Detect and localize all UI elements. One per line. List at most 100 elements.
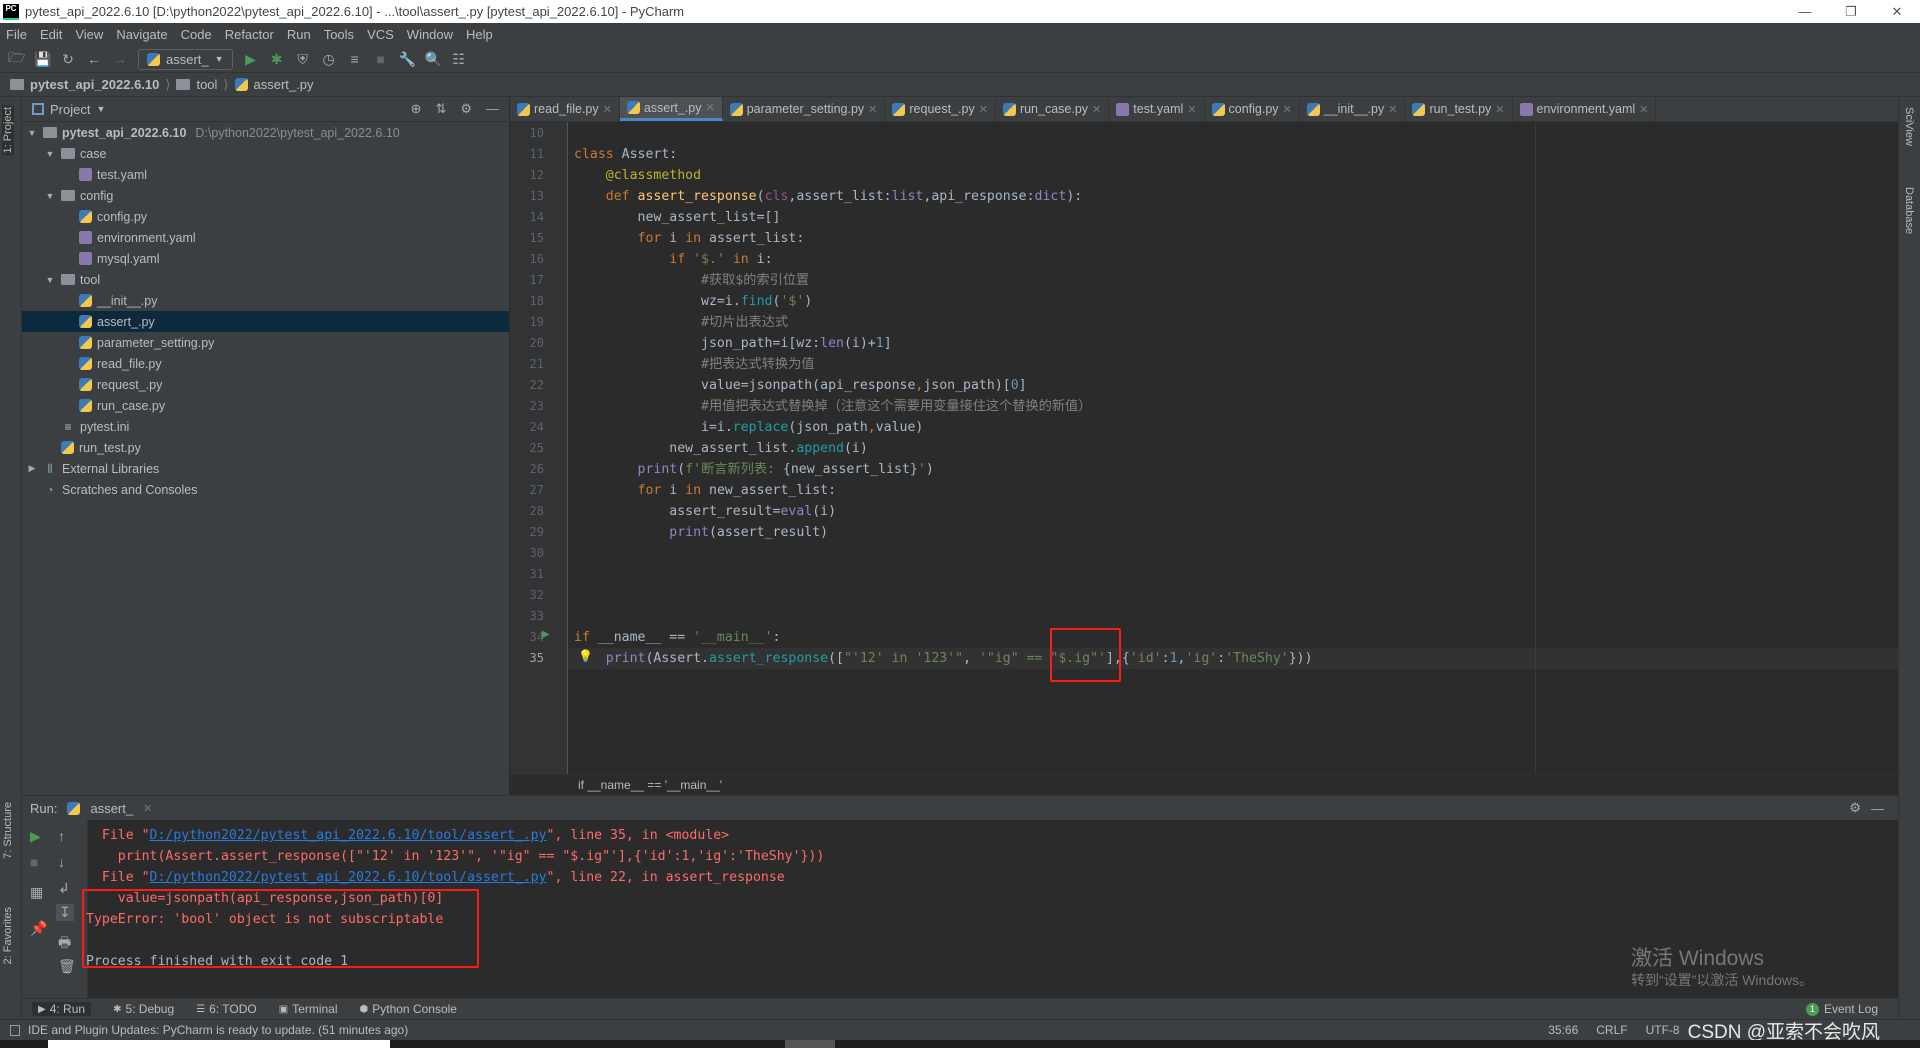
down-icon[interactable]: ↓ [58, 854, 65, 870]
menu-window[interactable]: Window [407, 27, 453, 42]
close-button[interactable]: ✕ [1874, 0, 1920, 23]
run-tab[interactable]: assert_ [90, 801, 133, 816]
database-tool-tab[interactable]: Database [1903, 187, 1915, 234]
structure-tool-tab[interactable]: 7: Structure [2, 802, 14, 859]
run-icon[interactable]: ▶ [243, 51, 259, 68]
file-link[interactable]: D:/python2022/pytest_api_2022.6.10/tool/… [150, 870, 547, 885]
search-icon[interactable]: 🔍 [425, 51, 442, 68]
debug-icon[interactable]: ✱ [269, 51, 285, 68]
tree-item-pytest-ini[interactable]: ≡ pytest.ini [22, 416, 509, 437]
tool-window-6-todo[interactable]: ☰ 6: TODO [196, 1002, 257, 1016]
close-tab-icon[interactable]: ✕ [868, 103, 877, 116]
tab-test-yaml[interactable]: test.yaml ✕ [1109, 97, 1205, 121]
close-tab-icon[interactable]: ✕ [1283, 103, 1292, 116]
tab-parameter-setting-py[interactable]: parameter_setting.py ✕ [723, 97, 886, 121]
menu-vcs[interactable]: VCS [367, 27, 394, 42]
pin-icon[interactable]: 📌 [30, 920, 47, 937]
gear-icon[interactable]: ⚙ [1849, 800, 1861, 816]
tab-request-py[interactable]: request_.py ✕ [885, 97, 996, 121]
tab-run-test-py[interactable]: run_test.py ✕ [1405, 97, 1513, 121]
notification-icon[interactable] [10, 1024, 20, 1036]
menu-edit[interactable]: Edit [40, 27, 62, 42]
tool-window-terminal[interactable]: ▣ Terminal [279, 1002, 338, 1016]
tool-window-4-run[interactable]: ▶ 4: Run [32, 1002, 92, 1016]
tree-item-scratches-and-consoles[interactable]: ◔ Scratches and Consoles [22, 479, 509, 500]
print-icon[interactable]: 🖶 [58, 932, 71, 956]
hide-icon[interactable]: — [486, 101, 499, 117]
sync-icon[interactable]: ↻ [60, 51, 76, 68]
code-editor[interactable]: 10 11 12 13 14 15 16 17 18 19 20 21 22 23 24 25 26 27 28 29… [510, 122, 1898, 774]
close-tab-icon[interactable]: ✕ [143, 802, 152, 815]
stop-icon[interactable]: ■ [30, 854, 38, 870]
stop-icon[interactable]: ■ [373, 51, 389, 67]
tree-item-run-test-py[interactable]: run_test.py [22, 437, 509, 458]
status-message[interactable]: IDE and Plugin Updates: PyCharm is ready… [28, 1023, 408, 1037]
profile-icon[interactable]: ◷ [321, 51, 337, 68]
back-icon[interactable]: ← [86, 51, 102, 67]
expand-arrow-icon[interactable]: ▼ [26, 128, 38, 138]
tree-item-case[interactable]: ▼ case [22, 143, 509, 164]
locate-icon[interactable]: ⊕ [411, 101, 422, 117]
tab-read-file-py[interactable]: read_file.py ✕ [510, 97, 620, 121]
expand-arrow-icon[interactable]: ▼ [44, 275, 56, 285]
file-link[interactable]: D:/python2022/pytest_api_2022.6.10/tool/… [150, 828, 547, 843]
menu-view[interactable]: View [75, 27, 103, 42]
scroll-to-end-icon[interactable]: ↧ [56, 904, 74, 921]
trash-icon[interactable]: 🗑 [58, 958, 76, 975]
hide-icon[interactable]: — [1871, 801, 1884, 816]
menu-refactor[interactable]: Refactor [225, 27, 274, 42]
tab-run-case-py[interactable]: run_case.py ✕ [996, 97, 1110, 121]
tree-item-test-yaml[interactable]: test.yaml [22, 164, 509, 185]
expand-arrow-icon[interactable]: ▼ [44, 191, 56, 201]
close-tab-icon[interactable]: ✕ [1092, 103, 1101, 116]
encoding[interactable]: UTF-8 [1646, 1023, 1680, 1037]
vcs-icon[interactable]: ☷ [451, 51, 467, 68]
close-tab-icon[interactable]: ✕ [1495, 103, 1504, 116]
tree-item-assert-py[interactable]: assert_.py [22, 311, 509, 332]
lightbulb-icon[interactable]: 💡 [578, 649, 593, 663]
line-separator[interactable]: CRLF [1596, 1023, 1627, 1037]
favorites-tool-tab[interactable]: 2: Favorites [2, 907, 14, 964]
menu-help[interactable]: Help [466, 27, 493, 42]
tree-item--init-py[interactable]: __init__.py [22, 290, 509, 311]
layout-icon[interactable]: ▦ [30, 884, 43, 901]
project-tool-tab[interactable]: 1: Project [2, 105, 14, 156]
run-config-select[interactable]: assert_ ▼ [138, 48, 233, 70]
editor-breadcrumb[interactable]: if __name__ == '__main__' [510, 774, 1898, 795]
restore-button[interactable]: ❐ [1828, 0, 1874, 23]
menu-run[interactable]: Run [287, 27, 311, 42]
cursor-position[interactable]: 35:66 [1548, 1023, 1578, 1037]
expand-arrow-icon[interactable]: ▼ [44, 149, 56, 159]
menu-navigate[interactable]: Navigate [116, 27, 167, 42]
project-view-select[interactable]: Project [50, 102, 90, 117]
rerun-icon[interactable]: ▶ [30, 828, 41, 845]
run-gutter-icon[interactable]: ▶ [542, 629, 550, 640]
tree-item-config[interactable]: ▼ config [22, 185, 509, 206]
tab-assert-py[interactable]: assert_.py ✕ [619, 97, 723, 121]
concurrency-icon[interactable]: ≡ [347, 51, 363, 67]
tab-config-py[interactable]: config.py ✕ [1205, 97, 1300, 121]
tool-window-5-debug[interactable]: ✱ 5: Debug [113, 1002, 174, 1016]
tree-item-environment-yaml[interactable]: environment.yaml [22, 227, 509, 248]
save-icon[interactable]: 💾 [34, 51, 51, 68]
tree-item-external-libraries[interactable]: ▶ ⫴ External Libraries [22, 458, 509, 479]
up-icon[interactable]: ↑ [58, 828, 65, 844]
breadcrumb-folder[interactable]: tool [196, 77, 217, 92]
close-tab-icon[interactable]: ✕ [706, 101, 715, 114]
tree-item-tool[interactable]: ▼ tool [22, 269, 509, 290]
tree-item-request-py[interactable]: request_.py [22, 374, 509, 395]
tree-item-pytest-api-2022-6-10[interactable]: ▼ pytest_api_2022.6.10 D:\python2022\pytes… [22, 122, 509, 143]
menu-tools[interactable]: Tools [324, 27, 354, 42]
forward-icon[interactable]: → [112, 51, 128, 67]
tree-item-run-case-py[interactable]: run_case.py [22, 395, 509, 416]
run-console[interactable]: File "D:/python2022/pytest_api_2022.6.10… [82, 820, 1898, 998]
tree-item-parameter-setting-py[interactable]: parameter_setting.py [22, 332, 509, 353]
wrench-icon[interactable]: 🔧 [399, 51, 416, 68]
collapse-icon[interactable]: ⇅ [435, 101, 446, 117]
tree-item-config-py[interactable]: config.py [22, 206, 509, 227]
soft-wrap-icon[interactable]: ↲ [58, 880, 70, 897]
sciview-tool-tab[interactable]: SciView [1903, 107, 1915, 146]
minimize-button[interactable]: — [1782, 0, 1828, 23]
close-tab-icon[interactable]: ✕ [1388, 103, 1397, 116]
event-log-button[interactable]: 1 Event Log [1805, 1002, 1878, 1016]
